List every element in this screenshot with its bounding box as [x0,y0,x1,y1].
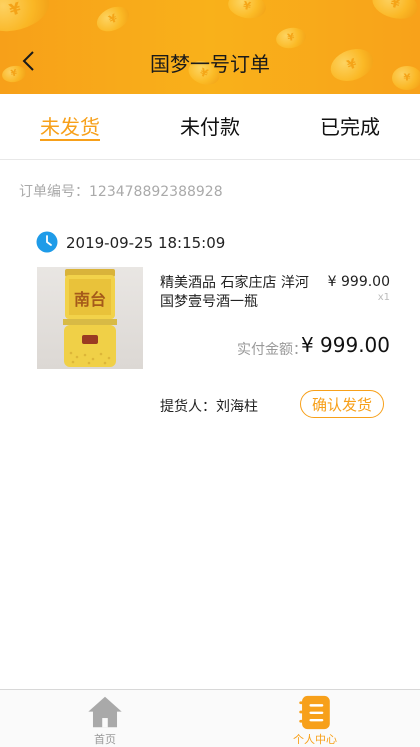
tab-label: 已完成 [320,115,380,139]
active-tab-indicator [40,139,100,141]
coin-decoration: ¥ [274,25,308,51]
order-number: 订单编号：123478892388928 [19,184,223,200]
profile-list-icon [299,695,330,730]
tab-unpaid[interactable]: 未付款 [140,94,280,159]
page-title: 国梦一号订单 [150,52,270,76]
paid-amount: ¥ 999.00 [300,333,390,357]
bottom-navigation: 首页 个人中心 [0,689,420,747]
product-price: ¥ 999.00 [327,274,390,290]
clock-icon [36,231,58,253]
coin-decoration: ¥ [0,0,55,39]
order-datetime: 2019-09-25 18:15:09 [66,234,226,252]
tab-label: 未付款 [180,115,240,139]
liquor-bottle-image: 南台 [63,269,117,367]
coin-decoration: ¥ [369,0,420,24]
order-status-tabs: 未发货 未付款 已完成 [0,94,420,160]
bottle-label-text: 南台 [74,290,106,309]
pickup-person: 提货人：刘海柱 [160,399,258,415]
header-bar: ¥ ¥ ¥ ¥ ¥ ¥ ¥ ¥ ¥ 国梦一号订单 [0,0,420,94]
coin-decoration: ¥ [226,0,268,22]
tab-unshipped[interactable]: 未发货 [0,94,140,159]
product-name: 精美酒品 石家庄店 洋河国梦壹号酒一瓶 [160,275,309,310]
tab-completed[interactable]: 已完成 [280,94,420,159]
coin-decoration: ¥ [92,1,134,37]
nav-home[interactable]: 首页 [0,690,210,747]
product-quantity: x1 [377,292,390,303]
confirm-shipment-button[interactable]: 确认发货 [300,390,384,418]
product-image[interactable]: 南台 [37,267,143,369]
home-icon [88,696,122,728]
paid-amount-label: 实付金额： [237,342,307,358]
nav-profile[interactable]: 个人中心 [210,690,420,747]
nav-label: 首页 [94,733,116,746]
tab-label: 未发货 [40,115,100,139]
nav-label: 个人中心 [293,733,337,746]
